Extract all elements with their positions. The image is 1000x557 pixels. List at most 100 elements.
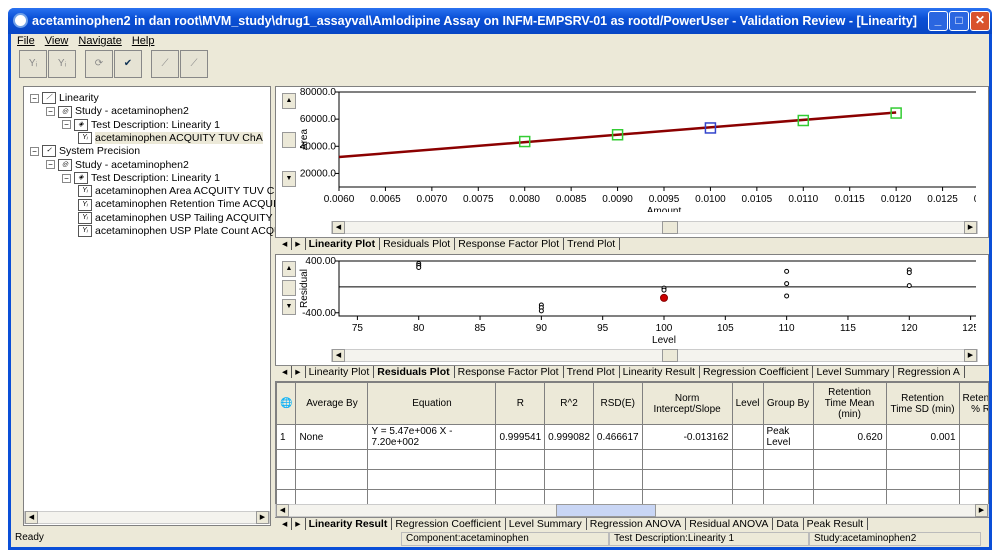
tree-item[interactable]: Yᵢ acetaminophen USP Tailing ACQUITY TL <box>78 212 287 224</box>
y-tick-label: 20000.0 <box>300 168 337 179</box>
tab-scroll-left[interactable]: ◂ <box>279 238 293 250</box>
column-header[interactable]: Average By <box>295 382 369 425</box>
status-bar: Ready Component:acetaminophen Test Descr… <box>11 532 989 546</box>
tree-item[interactable]: Yᵢ acetaminophen ACQUITY TUV ChA <box>78 131 263 145</box>
refresh-icon[interactable]: ⟳ <box>85 50 113 78</box>
tab-response-factor-plot[interactable]: Response Factor Plot <box>455 366 564 378</box>
tab-scroll-right[interactable]: ▸ <box>292 238 306 250</box>
tree-item[interactable]: − ◎ Study - acetaminophen2 <box>46 159 189 171</box>
collapse-icon[interactable]: − <box>46 160 55 170</box>
tab-linearity-result[interactable]: Linearity Result <box>620 366 701 378</box>
tab-scroll-left[interactable]: ◂ <box>279 366 293 378</box>
tab-residuals-plot[interactable]: Residuals Plot <box>380 238 456 250</box>
table-row <box>276 469 988 490</box>
collapse-icon[interactable]: − <box>62 120 71 130</box>
column-header[interactable]: Retention Time Mean (min) <box>812 382 887 425</box>
tree-item[interactable]: − ◈ Test Description: Linearity 1 <box>62 171 220 185</box>
x-tick-label: 0.0070 <box>417 194 448 205</box>
column-header[interactable]: R^2 <box>544 382 594 425</box>
plot-horizontal-scrollbar[interactable]: ◀ ▶ <box>331 349 978 362</box>
plot-horizontal-scrollbar[interactable]: ◀ ▶ <box>331 221 978 234</box>
linearity-plot-panel: ▲ ▼ 0.0060 0.0065 0.0070 0.0075 0.0080 0.0085… <box>275 86 989 238</box>
table-row[interactable]: 1 None Y = 5.47e+006 X - 7.20e+002 0.999541… <box>276 424 988 450</box>
column-header[interactable]: Retention % RS <box>958 382 988 425</box>
bottom-tabs: ◂ ▸ Linearity Result Regression Coefficient… <box>275 517 989 530</box>
view-result-2-icon[interactable]: Yᵢ <box>48 50 76 78</box>
tree-item-label: Study - acetaminophen2 <box>75 105 189 118</box>
table-cell: Y = 5.47e+006 X - 7.20e+002 <box>367 424 497 450</box>
tree-item-label: acetaminophen ACQUITY TUV ChA <box>95 131 263 144</box>
residuals-chart: 75 80 85 90 95 100 105 110 115 120 125 400.00 -400.0… <box>299 256 976 345</box>
tab-linearity-result[interactable]: Linearity Result <box>306 518 393 530</box>
collapse-icon[interactable]: − <box>46 107 55 117</box>
tab-response-factor-plot[interactable]: Response Factor Plot <box>455 238 565 250</box>
variable-icon: Yᵢ <box>78 198 92 211</box>
maximize-button[interactable]: □ <box>949 11 969 31</box>
y-tick-label: 400.00 <box>305 256 336 267</box>
tree-horizontal-scrollbar[interactable]: ◀ ▶ <box>24 511 270 524</box>
collapse-icon[interactable]: − <box>30 93 39 103</box>
collapse-icon[interactable]: − <box>62 173 71 183</box>
table-cell: 1 <box>276 424 297 450</box>
x-tick-label: 0.0115 <box>835 194 865 205</box>
column-header[interactable]: R <box>495 382 546 425</box>
tab-regression-a[interactable]: Regression A <box>894 366 965 378</box>
tree-item[interactable]: − ◈ Test Description: Linearity 1 <box>62 119 220 131</box>
plot-area <box>338 260 976 317</box>
tab-trend-plot[interactable]: Trend Plot <box>564 366 620 378</box>
column-header[interactable]: Equation <box>367 382 497 425</box>
menu-help[interactable]: Help <box>132 35 155 47</box>
column-header[interactable]: Retention Time SD (min) <box>885 382 960 425</box>
minimize-button[interactable]: _ <box>928 11 948 31</box>
x-tick-label: 0.0085 <box>556 194 587 205</box>
close-button[interactable]: ✕ <box>970 11 990 31</box>
tab-regression-anova[interactable]: Regression ANOVA <box>587 518 687 530</box>
column-header[interactable]: RSD(E) <box>592 382 643 425</box>
tree-item[interactable]: Yᵢ acetaminophen Retention Time ACQUITY <box>78 198 289 211</box>
tab-data[interactable]: Data <box>773 518 804 530</box>
tree-item[interactable]: − ✓ System Precision <box>30 145 140 158</box>
tag-icon: ◈ <box>74 118 88 131</box>
tree-item[interactable]: − ⟋ Linearity <box>30 92 99 105</box>
tree-item[interactable]: − ◎ Study - acetaminophen2 <box>46 105 189 118</box>
tab-peak-result[interactable]: Peak Result <box>804 518 869 530</box>
tab-regression-coefficient[interactable]: Regression Coefficient <box>700 366 814 378</box>
table-cell: 0.001 <box>885 424 960 450</box>
y-axis-label: Area <box>299 129 310 151</box>
tab-residual-anova[interactable]: Residual ANOVA <box>686 518 774 530</box>
menu-bar: File View Navigate Help <box>17 35 154 47</box>
tab-linearity-plot[interactable]: Linearity Plot <box>306 366 375 378</box>
table-cell <box>958 424 988 450</box>
results-table: 🌐 Average By Equation R R^2 RSD(E) Norm Interc… <box>276 382 988 504</box>
results-table-panel: 🌐 Average By Equation R R^2 RSD(E) Norm Interc… <box>275 381 989 505</box>
column-header[interactable]: Level <box>731 382 764 425</box>
column-header[interactable]: Group By <box>762 382 814 425</box>
tab-scroll-right[interactable]: ▸ <box>292 518 306 530</box>
column-header[interactable]: Norm Intercept/Slope <box>641 382 733 425</box>
table-horizontal-scrollbar[interactable]: ◀ ▶ <box>275 504 989 517</box>
plot-2-icon[interactable]: ⟋ <box>180 50 208 78</box>
x-tick-label: 100 <box>656 323 673 334</box>
menu-file[interactable]: File <box>17 35 35 47</box>
tree-item[interactable]: Yᵢ acetaminophen Area ACQUITY TUV ChA <box>78 185 287 198</box>
approve-icon[interactable]: ✔ <box>114 50 142 78</box>
x-tick-label: 0.0120 <box>881 194 912 205</box>
tab-scroll-left[interactable]: ◂ <box>279 518 293 530</box>
tab-residuals-plot[interactable]: Residuals Plot <box>374 366 455 378</box>
table-cell: Peak Level <box>762 424 814 450</box>
menu-view[interactable]: View <box>45 35 69 47</box>
tree-item-label: Test Description: Linearity 1 <box>91 171 220 184</box>
residual-point <box>784 281 790 287</box>
tab-linearity-plot[interactable]: Linearity Plot <box>306 238 381 250</box>
menu-navigate[interactable]: Navigate <box>78 35 121 47</box>
tab-level-summary[interactable]: Level Summary <box>813 366 895 378</box>
navigation-tree: − ⟋ Linearity − ◎ Study - acetaminophen2− ◈ Tes… <box>23 86 291 526</box>
tab-trend-plot[interactable]: Trend Plot <box>564 238 621 250</box>
tree-item[interactable]: Yᵢ acetaminophen USP Plate Count ACQUIT <box>78 225 291 238</box>
view-result-icon[interactable]: Yᵢ <box>19 50 47 78</box>
collapse-icon[interactable]: − <box>30 146 39 156</box>
tab-level-summary[interactable]: Level Summary <box>506 518 587 530</box>
tab-scroll-right[interactable]: ▸ <box>292 366 306 378</box>
tab-regression-coefficient[interactable]: Regression Coefficient <box>392 518 506 530</box>
plot-icon[interactable]: ⟋ <box>151 50 179 78</box>
